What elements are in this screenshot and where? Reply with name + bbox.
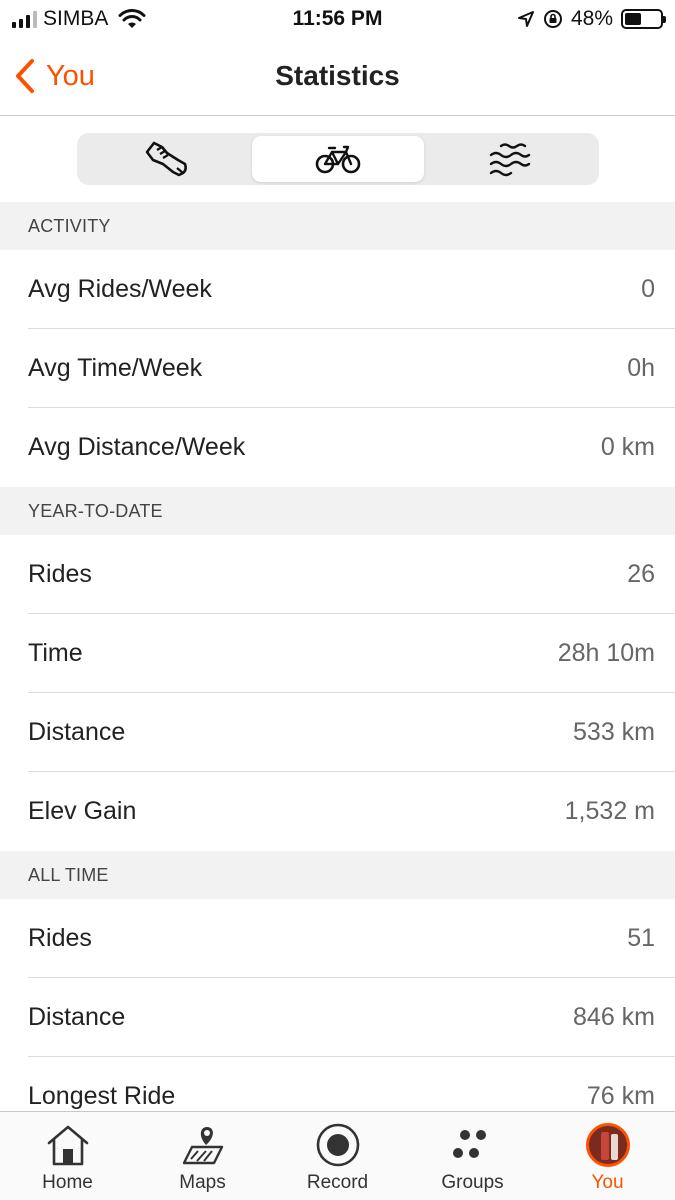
stat-row: Rides 26 — [0, 535, 675, 614]
stat-value: 0 km — [600, 433, 655, 461]
stat-row: Elev Gain 1,532 m — [0, 772, 675, 851]
page-title: Statistics — [275, 60, 400, 91]
battery-icon — [621, 9, 666, 29]
sport-selector-bar — [0, 116, 675, 202]
tab-swim[interactable] — [424, 136, 596, 182]
stat-row: Distance 846 km — [0, 978, 675, 1057]
wifi-icon — [118, 9, 146, 28]
avatar — [585, 1123, 630, 1167]
status-right: 48% — [517, 7, 666, 31]
waves-icon — [489, 143, 531, 177]
stat-value: 0h — [627, 354, 655, 382]
map-icon — [182, 1127, 223, 1165]
stat-value: 51 — [627, 924, 655, 952]
battery-percent: 48% — [570, 7, 613, 30]
status-bar: SIMBA 11:56 PM 48% — [0, 0, 675, 40]
tab-label: Home — [42, 1172, 93, 1193]
tab-you[interactable]: You — [540, 1112, 675, 1200]
tab-run[interactable] — [80, 136, 252, 182]
cellular-signal-icon — [12, 10, 37, 28]
stat-row: Avg Time/Week 0h — [0, 329, 675, 408]
stat-label: Avg Time/Week — [28, 354, 203, 382]
stat-value: 76 km — [586, 1082, 655, 1110]
stat-row: Distance 533 km — [0, 693, 675, 772]
running-shoe-icon — [145, 141, 187, 177]
stat-label: Avg Rides/Week — [28, 275, 212, 303]
sport-segmented-control — [77, 133, 599, 185]
stat-label: Rides — [28, 560, 92, 588]
tab-label: Maps — [179, 1172, 226, 1193]
stat-row: Avg Distance/Week 0 km — [0, 408, 675, 487]
stat-value: 26 — [627, 560, 655, 588]
tab-label: You — [591, 1172, 624, 1193]
navigation-bar: You Statistics — [0, 40, 675, 116]
stat-label: Avg Distance/Week — [28, 433, 246, 461]
record-icon — [316, 1123, 359, 1167]
stat-value: 0 — [641, 275, 655, 303]
back-button-label: You — [46, 59, 95, 92]
section-header-year-to-date: YEAR-TO-DATE — [0, 487, 675, 535]
tab-ride[interactable] — [252, 136, 424, 182]
tab-record[interactable]: Record — [270, 1112, 405, 1200]
stat-label: Elev Gain — [28, 797, 137, 825]
orientation-lock-icon — [543, 10, 562, 28]
stat-label: Longest Ride — [28, 1082, 176, 1110]
groups-icon — [452, 1130, 486, 1158]
stat-label: Distance — [28, 718, 126, 746]
section-header-activity: ACTIVITY — [0, 202, 675, 250]
carrier-name: SIMBA — [43, 7, 109, 30]
stat-value: 1,532 m — [564, 797, 655, 825]
stat-value: 846 km — [573, 1003, 655, 1031]
statistics-list: ACTIVITY Avg Rides/Week 0 Avg Time/Week … — [0, 202, 675, 1136]
stat-row: Avg Rides/Week 0 — [0, 250, 675, 329]
home-icon — [47, 1125, 88, 1166]
status-left: SIMBA — [12, 7, 146, 31]
chevron-left-icon — [16, 59, 34, 93]
tab-groups[interactable]: Groups — [405, 1112, 540, 1200]
bottom-tab-bar: Home Maps Record Groups You — [0, 1111, 675, 1200]
stat-label: Rides — [28, 924, 92, 952]
stat-value: 28h 10m — [557, 639, 655, 667]
stat-label: Distance — [28, 1003, 126, 1031]
stat-row: Time 28h 10m — [0, 614, 675, 693]
bicycle-icon — [315, 145, 361, 174]
back-button[interactable]: You — [14, 58, 95, 94]
tab-label: Groups — [441, 1172, 504, 1193]
stat-row: Rides 51 — [0, 899, 675, 978]
tab-maps[interactable]: Maps — [135, 1112, 270, 1200]
location-arrow-icon — [517, 11, 534, 27]
tab-home[interactable]: Home — [0, 1112, 135, 1200]
stat-label: Time — [28, 639, 83, 667]
stat-value: 533 km — [573, 718, 655, 746]
tab-label: Record — [306, 1172, 369, 1193]
section-header-all-time: ALL TIME — [0, 851, 675, 899]
